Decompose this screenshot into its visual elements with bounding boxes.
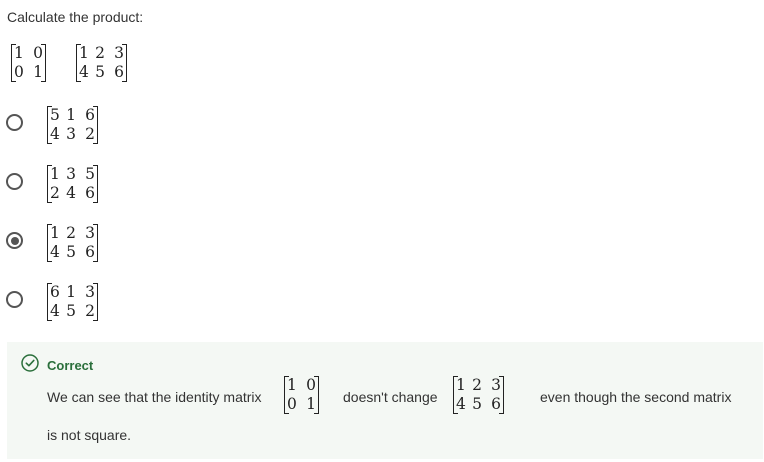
matrix-cell: 2: [472, 376, 482, 394]
matrix-cell: 6: [85, 243, 95, 261]
matrix-cell: 2: [85, 125, 95, 143]
feedback-status: Correct: [47, 358, 94, 373]
matrix-row: 123: [79, 44, 124, 63]
radio-button[interactable]: [6, 232, 23, 249]
matrix-row: 613: [50, 283, 95, 302]
matrix-cell: 5: [472, 395, 482, 413]
matrix-cell: 5: [85, 165, 95, 183]
matrix-cell: 1: [287, 376, 297, 394]
answer-option-1[interactable]: 516432: [0, 106, 160, 156]
question-prompt: Calculate the product:: [7, 9, 144, 25]
radio-button[interactable]: [6, 291, 23, 308]
matrix-cell: 6: [50, 283, 60, 301]
second-matrix: 123456: [76, 44, 127, 82]
matrix-row: 10: [287, 376, 316, 395]
matrix-cell: 3: [66, 125, 76, 143]
matrix-row: 456: [50, 243, 95, 262]
matrix-cell: 4: [50, 125, 60, 143]
feedback-text: is not square.: [47, 427, 132, 443]
matrix-cell: 4: [50, 302, 60, 320]
matrix-cell: 6: [85, 184, 95, 202]
matrix-cell: 1: [50, 165, 60, 183]
matrix-cell: 3: [114, 44, 124, 62]
matrix-cell: 5: [66, 243, 76, 261]
matrix-row: 456: [79, 63, 124, 82]
answer-option-3[interactable]: 123456: [0, 224, 160, 274]
matrix-row: 516: [50, 106, 95, 125]
matrix-cell: 3: [66, 165, 76, 183]
answer-option-4[interactable]: 613452: [0, 283, 160, 333]
matrix-cell: 4: [66, 184, 76, 202]
matrix-cell: 1: [79, 44, 89, 62]
feedback-text: doesn't change: [343, 389, 438, 405]
matrix-cell: 1: [456, 376, 466, 394]
answer-option-2[interactable]: 135246: [0, 165, 160, 215]
matrix-row: 452: [50, 302, 95, 321]
matrix-cell: 3: [85, 224, 95, 242]
matrix-row: 246: [50, 184, 95, 203]
matrix-cell: 2: [85, 302, 95, 320]
matrix-cell: 1: [66, 106, 76, 124]
feedback-text: even though the second matrix: [540, 389, 732, 405]
option-matrix: 516432: [47, 106, 98, 144]
matrix-cell: 6: [114, 63, 124, 81]
identity-matrix: 1001: [11, 44, 46, 82]
matrix-cell: 0: [306, 376, 316, 394]
option-matrix: 613452: [47, 283, 98, 321]
matrix-row: 135: [50, 165, 95, 184]
matrix-cell: 0: [33, 44, 43, 62]
matrix-row: 10: [14, 44, 43, 63]
matrix-cell: 1: [50, 224, 60, 242]
matrix-cell: 4: [456, 395, 466, 413]
feedback-text: We can see that the identity matrix: [47, 389, 262, 405]
radio-button[interactable]: [6, 114, 23, 131]
matrix-cell: 5: [66, 302, 76, 320]
matrix-cell: 5: [95, 63, 105, 81]
option-matrix: 123456: [47, 224, 98, 262]
matrix-cell: 6: [491, 395, 501, 413]
matrix-cell: 3: [491, 376, 501, 394]
matrix-row: 01: [287, 395, 316, 414]
matrix-cell: 1: [66, 283, 76, 301]
matrix-cell: 3: [85, 283, 95, 301]
matrix-row: 432: [50, 125, 95, 144]
matrix-cell: 0: [287, 395, 297, 413]
feedback-second-matrix: 123456: [453, 376, 504, 414]
matrix-cell: 2: [66, 224, 76, 242]
matrix-row: 123: [456, 376, 501, 395]
matrix-cell: 2: [95, 44, 105, 62]
matrix-cell: 4: [50, 243, 60, 261]
matrix-row: 456: [456, 395, 501, 414]
feedback-identity-matrix: 1001: [284, 376, 319, 414]
matrix-row: 01: [14, 63, 43, 82]
matrix-cell: 6: [85, 106, 95, 124]
matrix-cell: 2: [50, 184, 60, 202]
matrix-cell: 1: [33, 63, 43, 81]
feedback-panel: Correct We can see that the identity mat…: [7, 342, 763, 459]
matrix-cell: 1: [306, 395, 316, 413]
check-circle-icon: [21, 354, 39, 372]
radio-button[interactable]: [6, 173, 23, 190]
matrix-cell: 4: [79, 63, 89, 81]
matrix-row: 123: [50, 224, 95, 243]
matrix-cell: 0: [14, 63, 24, 81]
matrix-cell: 5: [50, 106, 60, 124]
option-matrix: 135246: [47, 165, 98, 203]
matrix-cell: 1: [14, 44, 24, 62]
